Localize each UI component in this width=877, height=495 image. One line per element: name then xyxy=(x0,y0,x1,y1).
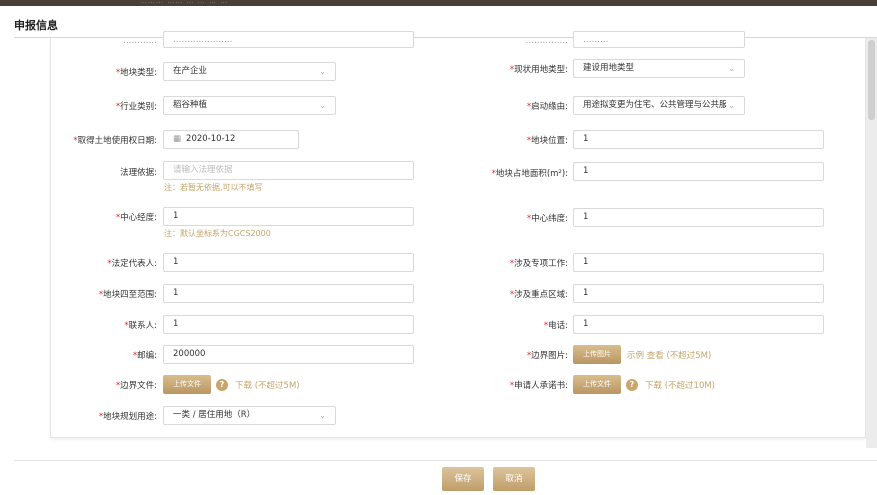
center-longitude-input[interactable]: 1 xyxy=(163,207,414,226)
contact-label: *联系人: xyxy=(60,319,157,331)
partial-right-label: …………… xyxy=(525,36,569,46)
boundary-image-label: *边界图片: xyxy=(468,349,568,361)
legal-basis-input[interactable]: 请输入法理依据 xyxy=(163,161,414,180)
key-area-label-text: 涉及重点区域: xyxy=(514,290,568,300)
land-type-label-text: 地块类型: xyxy=(120,68,157,78)
center-longitude-label: *中心经度: xyxy=(60,211,157,223)
boundary-range-label-text: 地块四至范围: xyxy=(103,290,157,300)
current-use-type-label: *现状用地类型: xyxy=(468,63,568,75)
current-use-type-value: 建设用地类型 xyxy=(583,63,635,73)
partial-left-label: ………… xyxy=(123,36,157,46)
special-work-label-text: 涉及专项工作: xyxy=(514,259,568,269)
help-icon[interactable]: ? xyxy=(626,379,638,391)
location-input[interactable]: 1 xyxy=(573,130,824,149)
download-link[interactable]: 下载 xyxy=(645,381,662,391)
upload-boundary-file-button[interactable]: 上传文件 xyxy=(163,375,211,394)
boundary-range-label: *地块四至范围: xyxy=(60,288,157,300)
calendar-icon: ▦ xyxy=(173,134,182,144)
postcode-input[interactable]: 200000 xyxy=(163,345,414,364)
chevron-down-icon: ⌄ xyxy=(319,101,326,110)
boundary-image-limit: (不超过5M) xyxy=(666,351,712,361)
dialog-title: 申报信息 xyxy=(14,19,58,32)
legal-rep-label-text: 法定代表人: xyxy=(111,259,157,269)
partial-right-input[interactable]: ……… xyxy=(573,31,745,48)
footer-divider xyxy=(14,460,877,461)
postcode-label-text: 邮编: xyxy=(137,351,157,361)
land-area-label-text: 地块占地面积(m²): xyxy=(495,169,568,179)
land-area-input[interactable]: 1 xyxy=(573,162,824,181)
phone-label-text: 电话: xyxy=(548,321,568,331)
partial-left-input[interactable]: ………………… xyxy=(163,31,414,48)
trigger-reason-label: *启动缘由: xyxy=(468,100,568,112)
center-longitude-note: 注：默认坐标系为CGCS2000 xyxy=(164,229,271,238)
acquire-date-label: *取得土地使用权日期: xyxy=(60,134,157,146)
center-latitude-label: *中心纬度: xyxy=(468,212,568,224)
boundary-file-limit: (不超过5M) xyxy=(254,381,300,391)
land-type-label: *地块类型: xyxy=(60,66,157,78)
phone-label: *电话: xyxy=(468,319,568,331)
download-link[interactable]: 下载 xyxy=(235,381,252,391)
current-use-type-select[interactable]: 建设用地类型 ⌄ xyxy=(573,59,745,78)
view-link[interactable]: 查看 xyxy=(647,351,664,361)
center-longitude-label-text: 中心经度: xyxy=(120,213,157,223)
center-latitude-label-text: 中心纬度: xyxy=(531,214,568,224)
chevron-down-icon: ⌄ xyxy=(726,97,735,114)
boundary-range-input[interactable]: 1 xyxy=(163,284,414,303)
upload-commitment-button[interactable]: 上传文件 xyxy=(573,375,621,394)
chevron-down-icon: ⌄ xyxy=(728,64,735,73)
industry-select[interactable]: 稻谷种植 ⌄ xyxy=(163,96,336,115)
location-label: *地块位置: xyxy=(468,134,568,146)
top-strip-text: ……… …… … … … … xyxy=(140,0,229,5)
commitment-tips: 下载 (不超过10M) xyxy=(645,379,715,391)
planning-use-value: 一类 / 居住用地（R） xyxy=(173,410,256,420)
example-link[interactable]: 示例 xyxy=(627,351,644,361)
land-area-label: *地块占地面积(m²): xyxy=(468,167,568,179)
legal-rep-input[interactable]: 1 xyxy=(163,253,414,272)
current-use-type-label-text: 现状用地类型: xyxy=(514,65,568,75)
center-latitude-input[interactable]: 1 xyxy=(573,208,824,227)
chevron-down-icon: ⌄ xyxy=(319,67,326,76)
planning-use-label-text: 地块规划用途: xyxy=(103,412,157,422)
land-type-select[interactable]: 在产企业 ⌄ xyxy=(163,62,336,81)
trigger-reason-value: 用途拟变更为住宅、公共管理与公共服 xyxy=(583,100,728,110)
commitment-label-text: 申请人承诺书: xyxy=(514,381,568,391)
boundary-image-tips: 示例 查看 (不超过5M) xyxy=(627,349,711,361)
industry-label: *行业类别: xyxy=(60,100,157,112)
special-work-label: *涉及专项工作: xyxy=(468,257,568,269)
planning-use-label: *地块规划用途: xyxy=(60,410,157,422)
boundary-file-label: *边界文件: xyxy=(60,379,157,391)
acquire-date-value: 2020-10-12 xyxy=(186,134,236,144)
boundary-file-label-text: 边界文件: xyxy=(120,381,157,391)
save-button[interactable]: 保存 xyxy=(442,467,484,491)
industry-label-text: 行业类别: xyxy=(120,102,157,112)
legal-basis-note: 注：若暂无依据,可以不填写 xyxy=(164,183,263,192)
cancel-button[interactable]: 取消 xyxy=(493,467,535,491)
acquire-date-picker[interactable]: ▦ 2020-10-12 xyxy=(163,130,299,149)
scrollbar-thumb[interactable] xyxy=(868,40,875,120)
commitment-limit: (不超过10M) xyxy=(664,381,716,391)
special-work-input[interactable]: 1 xyxy=(573,253,824,272)
trigger-reason-label-text: 启动缘由: xyxy=(531,102,568,112)
acquire-date-label-text: 取得土地使用权日期: xyxy=(77,136,157,146)
phone-input[interactable]: 1 xyxy=(573,315,824,334)
planning-use-cascader[interactable]: 一类 / 居住用地（R） ⌄ xyxy=(163,406,336,425)
top-strip: ……… …… … … … … xyxy=(0,0,877,6)
contact-label-text: 联系人: xyxy=(128,321,157,331)
industry-value: 稻谷种植 xyxy=(173,100,208,110)
boundary-image-label-text: 边界图片: xyxy=(531,351,568,361)
upload-image-button[interactable]: 上传图片 xyxy=(573,345,621,364)
postcode-label: *邮编: xyxy=(60,349,157,361)
trigger-reason-select[interactable]: 用途拟变更为住宅、公共管理与公共服 ⌄ xyxy=(573,96,745,115)
land-type-value: 在产企业 xyxy=(173,66,208,76)
help-icon[interactable]: ? xyxy=(216,379,228,391)
key-area-label: *涉及重点区域: xyxy=(468,288,568,300)
chevron-down-icon: ⌄ xyxy=(319,411,326,420)
key-area-input[interactable]: 1 xyxy=(573,284,824,303)
contact-input[interactable]: 1 xyxy=(163,315,414,334)
location-label-text: 地块位置: xyxy=(531,136,568,146)
legal-rep-label: *法定代表人: xyxy=(60,257,157,269)
legal-basis-label: 法理依据: xyxy=(120,168,157,178)
boundary-file-tips: 下载 (不超过5M) xyxy=(235,379,300,391)
commitment-label: *申请人承诺书: xyxy=(468,379,568,391)
